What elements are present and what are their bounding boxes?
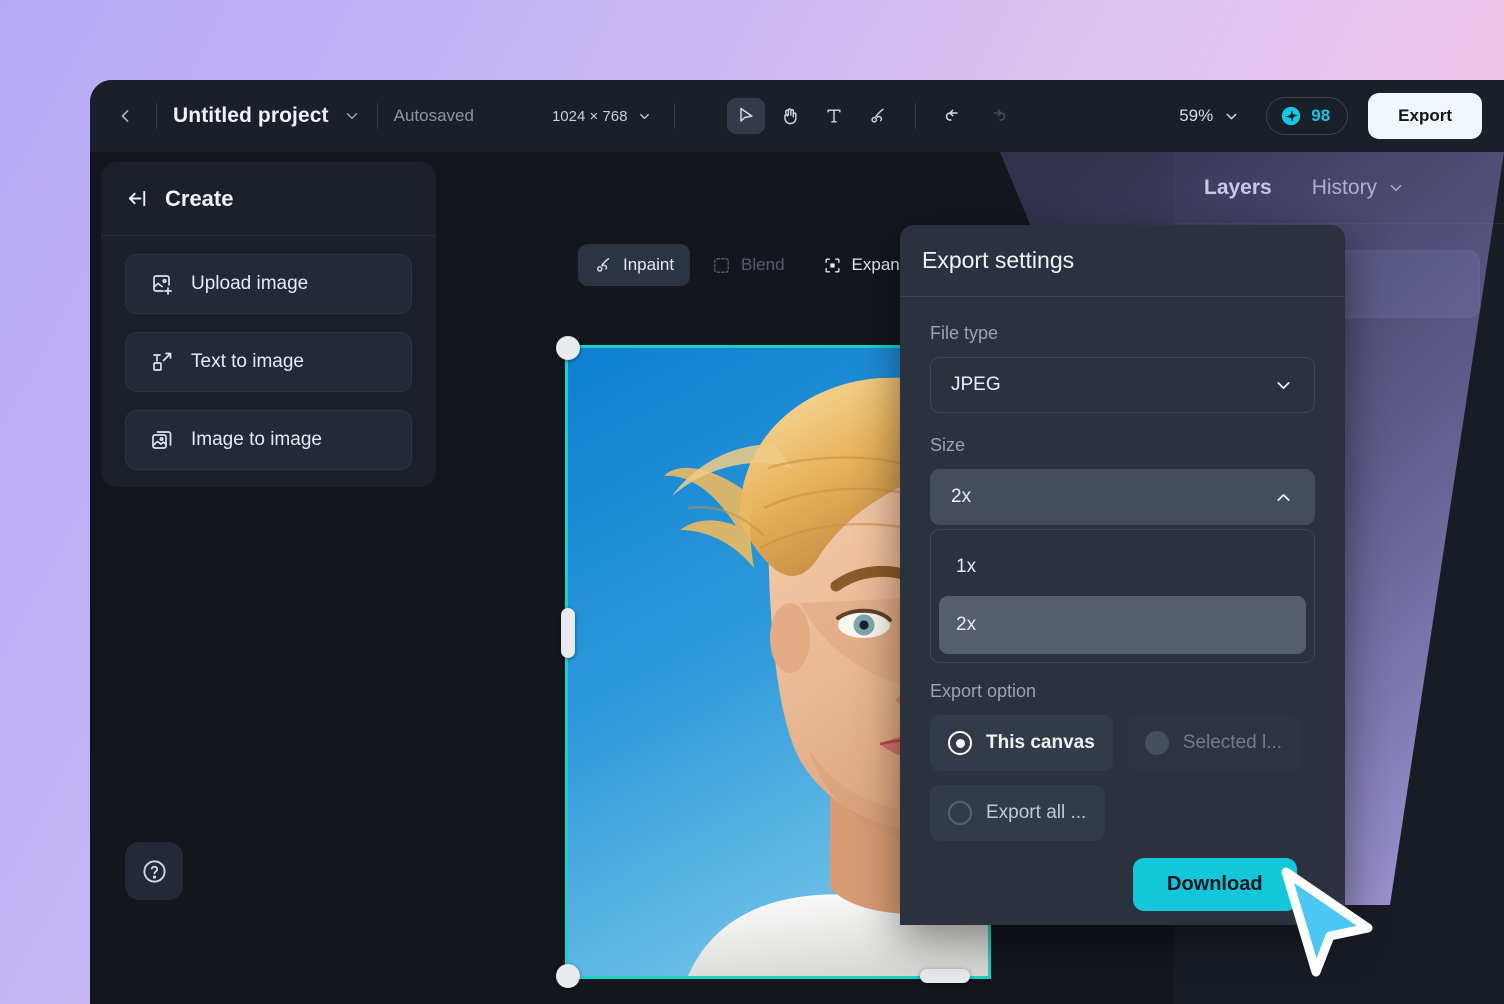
sidebar-title: Create xyxy=(165,185,234,211)
upload-image-icon xyxy=(150,272,174,296)
select-tool[interactable] xyxy=(727,98,766,134)
size-options-dropdown: 1x 2x xyxy=(930,529,1315,663)
help-button[interactable] xyxy=(125,842,183,900)
selection-handle-bottom[interactable] xyxy=(920,969,970,983)
radio-unselected-icon xyxy=(948,801,972,825)
sidebar-item-label: Upload image xyxy=(191,273,309,294)
zoom-level-selector[interactable]: 59% xyxy=(1179,106,1240,126)
file-type-select[interactable]: JPEG xyxy=(930,357,1315,413)
tab-history-label: History xyxy=(1311,175,1378,199)
chevron-up-icon xyxy=(1277,493,1290,501)
image-to-image-icon xyxy=(150,428,174,452)
expand-icon xyxy=(823,256,842,275)
file-type-value: JPEG xyxy=(951,374,1001,395)
tab-label: Inpaint xyxy=(623,255,675,274)
selection-handle-bottom-left[interactable] xyxy=(556,964,580,988)
size-label: Size xyxy=(930,435,966,455)
autosaved-status: Autosaved xyxy=(393,106,474,125)
hand-tool[interactable] xyxy=(771,98,809,134)
question-mark-circle-icon xyxy=(141,858,168,885)
sidebar-item-label: Image to image xyxy=(191,429,322,450)
file-type-label: File type xyxy=(930,323,999,343)
redo-arrow-icon xyxy=(993,109,1006,121)
tab-blend[interactable]: Blend xyxy=(696,244,800,286)
radio-label: Export all ... xyxy=(986,802,1087,823)
radio-label: This canvas xyxy=(986,732,1095,753)
size-option-2x[interactable]: 2x xyxy=(939,596,1306,654)
project-title: Untitled project xyxy=(173,104,329,127)
radio-selected-icon xyxy=(948,731,972,755)
dialog-header: Export settings xyxy=(900,225,1345,297)
radio-selected-layer[interactable]: Selected l... xyxy=(1126,715,1302,771)
chevron-down-icon xyxy=(1390,184,1402,191)
inpaint-icon xyxy=(594,256,613,275)
cursor-arrow-icon xyxy=(740,107,754,122)
radio-unselected-icon xyxy=(1144,731,1169,755)
credits-badge[interactable]: 98 xyxy=(1266,97,1349,135)
zoom-level-value: 59% xyxy=(1179,106,1214,125)
collapse-panel-icon[interactable] xyxy=(127,187,150,210)
selection-handle-top-left[interactable] xyxy=(556,336,580,360)
tab-label: Blend xyxy=(741,255,785,274)
canvas-dimensions-selector[interactable]: 1024 × 768 xyxy=(552,108,653,125)
tab-layers[interactable]: Layers xyxy=(1204,176,1272,200)
divider xyxy=(376,103,378,129)
radio-this-canvas[interactable]: This canvas xyxy=(930,715,1113,771)
export-option-label: Export option xyxy=(930,681,1037,701)
canvas-dimensions-value: 1024 × 768 xyxy=(551,107,628,125)
size-value: 2x xyxy=(951,486,972,507)
sidebar-item-text-to-image[interactable]: Text to image xyxy=(125,332,412,392)
panel-tab-bar: Layers History xyxy=(1174,152,1504,224)
blend-icon xyxy=(712,256,731,275)
undo-tool[interactable] xyxy=(934,98,972,134)
hand-icon xyxy=(784,108,797,125)
text-to-image-icon xyxy=(150,350,174,374)
chevron-down-icon xyxy=(1226,113,1237,119)
undo-arrow-icon xyxy=(945,109,958,121)
divider xyxy=(915,103,917,129)
sidebar-header: Create xyxy=(101,162,436,236)
export-settings-dialog: Export settings File type JPEG Size 2x 1… xyxy=(900,225,1345,925)
export-button[interactable]: Export xyxy=(1368,93,1482,139)
credits-count: 98 xyxy=(1311,106,1331,125)
divider xyxy=(156,103,157,129)
paint-brush-icon xyxy=(871,108,885,123)
export-option-group: This canvas Selected l... Export all ... xyxy=(930,715,1315,841)
download-button[interactable]: Download xyxy=(1133,858,1297,911)
tool-group xyxy=(727,98,1016,134)
chevron-down-icon[interactable] xyxy=(343,107,361,125)
chevron-down-icon xyxy=(640,113,650,119)
back-button[interactable] xyxy=(110,101,140,131)
tab-inpaint[interactable]: Inpaint xyxy=(578,244,691,286)
sidebar-item-image-to-image[interactable]: Image to image xyxy=(125,410,412,470)
text-t-icon xyxy=(827,109,841,123)
selection-handle-left[interactable] xyxy=(561,608,575,658)
sidebar-item-upload-image[interactable]: Upload image xyxy=(125,254,412,314)
create-sidebar: Create Upload image Text to image Image … xyxy=(101,162,436,487)
radio-label: Selected l... xyxy=(1182,732,1283,753)
divider xyxy=(674,103,676,129)
radio-export-all[interactable]: Export all ... xyxy=(930,785,1105,841)
size-select[interactable]: 2x xyxy=(930,469,1315,525)
top-bar: Untitled project Autosaved 1024 × 768 59… xyxy=(90,80,1504,152)
brush-tool[interactable] xyxy=(859,98,897,134)
credits-coin-icon xyxy=(1282,106,1301,126)
chevron-down-icon xyxy=(1277,381,1290,389)
dialog-title: Export settings xyxy=(922,247,1075,273)
dialog-body: File type JPEG Size 2x 1x 2x Export opti… xyxy=(900,297,1345,841)
sidebar-item-label: Text to image xyxy=(191,351,304,372)
redo-tool[interactable] xyxy=(978,98,1016,134)
size-option-1x[interactable]: 1x xyxy=(939,538,1306,596)
tab-history[interactable]: History xyxy=(1312,176,1405,200)
text-tool[interactable] xyxy=(815,98,853,134)
